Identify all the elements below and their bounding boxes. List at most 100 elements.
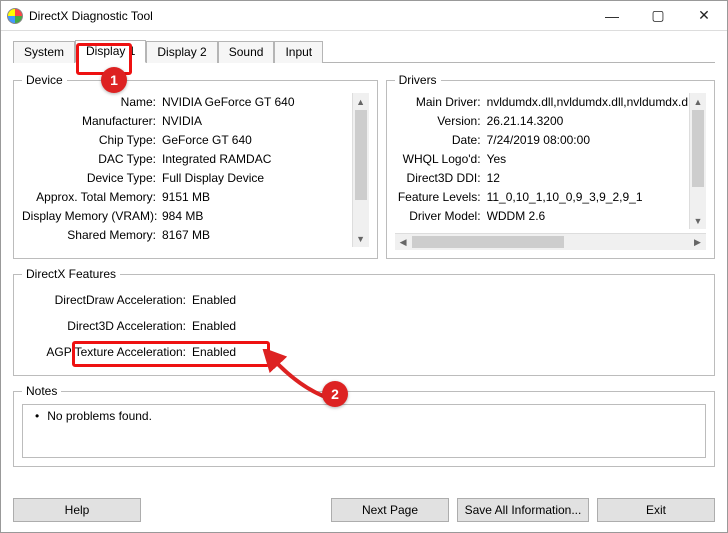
feature-key: DirectDraw Acceleration: [22,287,192,313]
device-row: Chip Type:GeForce GT 640 [22,131,351,150]
feature-val: Enabled [192,313,706,339]
scroll-thumb[interactable] [692,110,704,187]
device-val: NVIDIA GeForce GT 640 [162,93,351,112]
scroll-track[interactable] [412,234,689,250]
maximize-icon: ▢ [651,7,664,24]
tab-input[interactable]: Input [274,41,323,63]
drivers-val: 11_0,10_1,10_0,9_3,9_2,9_1 [487,188,688,207]
device-key: DAC Type: [22,150,162,169]
device-key: Chip Type: [22,131,162,150]
drivers-val: 7/24/2019 08:00:00 [487,131,688,150]
feature-val: Enabled [192,287,706,313]
tab-system[interactable]: System [13,41,75,63]
device-scrollbar[interactable]: ▲ ▼ [352,93,369,247]
scroll-thumb[interactable] [355,110,367,200]
device-row: Display Memory (VRAM):984 MB [22,207,351,226]
notes-legend: Notes [22,384,61,398]
device-val: 9151 MB [162,188,351,207]
drivers-key: Main Driver: [395,93,487,112]
device-val: Full Display Device [162,169,351,188]
drivers-list: Main Driver:nvldumdx.dll,nvldumdx.dll,nv… [395,93,706,229]
device-row: Manufacturer:NVIDIA [22,112,351,131]
drivers-key: WHQL Logo'd: [395,150,487,169]
device-key: Manufacturer: [22,112,162,131]
device-val: 8167 MB [162,226,351,245]
notes-line: No problems found. [29,409,699,423]
scroll-right-icon[interactable]: ▶ [689,234,706,250]
drivers-key: Direct3D DDI: [395,169,487,188]
feature-key: AGP Texture Acceleration: [22,339,192,365]
tab-display2[interactable]: Display 2 [146,41,217,63]
device-key: Name: [22,93,162,112]
scroll-left-icon[interactable]: ◀ [395,234,412,250]
scroll-track[interactable] [690,110,706,212]
notes-group: Notes No problems found. [13,384,715,467]
feature-row-agp: AGP Texture Acceleration:Enabled [22,339,706,365]
device-val: NVIDIA [162,112,351,131]
close-icon: ✕ [698,7,710,24]
drivers-val: 12 [487,169,688,188]
drivers-row: Main Driver:nvldumdx.dll,nvldumdx.dll,nv… [395,93,688,112]
feature-row-directdraw: DirectDraw Acceleration:Enabled [22,287,706,313]
device-val: Integrated RAMDAC [162,150,351,169]
drivers-row: Direct3D DDI:12 [395,169,688,188]
drivers-row: Version:26.21.14.3200 [395,112,688,131]
drivers-group: Drivers Main Driver:nvldumdx.dll,nvldumd… [386,73,715,259]
drivers-row: Feature Levels:11_0,10_1,10_0,9_3,9_2,9_… [395,188,688,207]
maximize-button[interactable]: ▢ [635,1,681,31]
feature-row-direct3d: Direct3D Acceleration:Enabled [22,313,706,339]
drivers-legend: Drivers [395,73,441,87]
device-row: Name:NVIDIA GeForce GT 640 [22,93,351,112]
exit-button[interactable]: Exit [597,498,715,522]
device-row: Device Type:Full Display Device [22,169,351,188]
drivers-key: Version: [395,112,487,131]
help-button[interactable]: Help [13,498,141,522]
drivers-key: Feature Levels: [395,188,487,207]
scroll-down-icon[interactable]: ▼ [690,212,706,229]
feature-key: Direct3D Acceleration: [22,313,192,339]
device-group: Device Name:NVIDIA GeForce GT 640 Manufa… [13,73,378,259]
feature-val: Enabled [192,339,706,365]
device-key: Display Memory (VRAM): [22,207,162,226]
save-all-button[interactable]: Save All Information... [457,498,589,522]
scroll-up-icon[interactable]: ▲ [690,93,706,110]
app-icon [7,8,23,24]
tab-sound[interactable]: Sound [218,41,275,63]
device-list: Name:NVIDIA GeForce GT 640 Manufacturer:… [22,93,369,247]
scroll-down-icon[interactable]: ▼ [353,230,369,247]
device-key: Approx. Total Memory: [22,188,162,207]
drivers-key: Date: [395,131,487,150]
drivers-row: Date:7/24/2019 08:00:00 [395,131,688,150]
drivers-hscrollbar[interactable]: ◀ ▶ [395,233,706,250]
drivers-key: Driver Model: [395,207,487,226]
drivers-val: WDDM 2.6 [487,207,688,226]
drivers-val: 26.21.14.3200 [487,112,688,131]
scroll-up-icon[interactable]: ▲ [353,93,369,110]
drivers-val: Yes [487,150,688,169]
drivers-val: nvldumdx.dll,nvldumdx.dll,nvldumdx.d [487,93,688,112]
device-row: Shared Memory:8167 MB [22,226,351,245]
drivers-row: WHQL Logo'd:Yes [395,150,688,169]
device-legend: Device [22,73,67,87]
tab-bar: System Display 1 Display 2 Sound Input [13,39,715,63]
button-bar: Help Next Page Save All Information... E… [13,498,715,522]
notes-text-area[interactable]: No problems found. [22,404,706,458]
features-group: DirectX Features DirectDraw Acceleration… [13,267,715,376]
next-page-button[interactable]: Next Page [331,498,449,522]
minimize-button[interactable]: — [589,1,635,31]
window-title: DirectX Diagnostic Tool [29,9,589,23]
scroll-track[interactable] [353,110,369,230]
device-row: Approx. Total Memory:9151 MB [22,188,351,207]
device-val: GeForce GT 640 [162,131,351,150]
features-legend: DirectX Features [22,267,120,281]
titlebar: DirectX Diagnostic Tool — ▢ ✕ [1,1,727,31]
minimize-icon: — [605,8,619,24]
drivers-vscrollbar[interactable]: ▲ ▼ [689,93,706,229]
device-val: 984 MB [162,207,351,226]
device-row: DAC Type:Integrated RAMDAC [22,150,351,169]
scroll-thumb[interactable] [412,236,565,248]
device-key: Shared Memory: [22,226,162,245]
drivers-row: Driver Model:WDDM 2.6 [395,207,688,226]
close-button[interactable]: ✕ [681,1,727,31]
tab-display1[interactable]: Display 1 [75,40,146,63]
